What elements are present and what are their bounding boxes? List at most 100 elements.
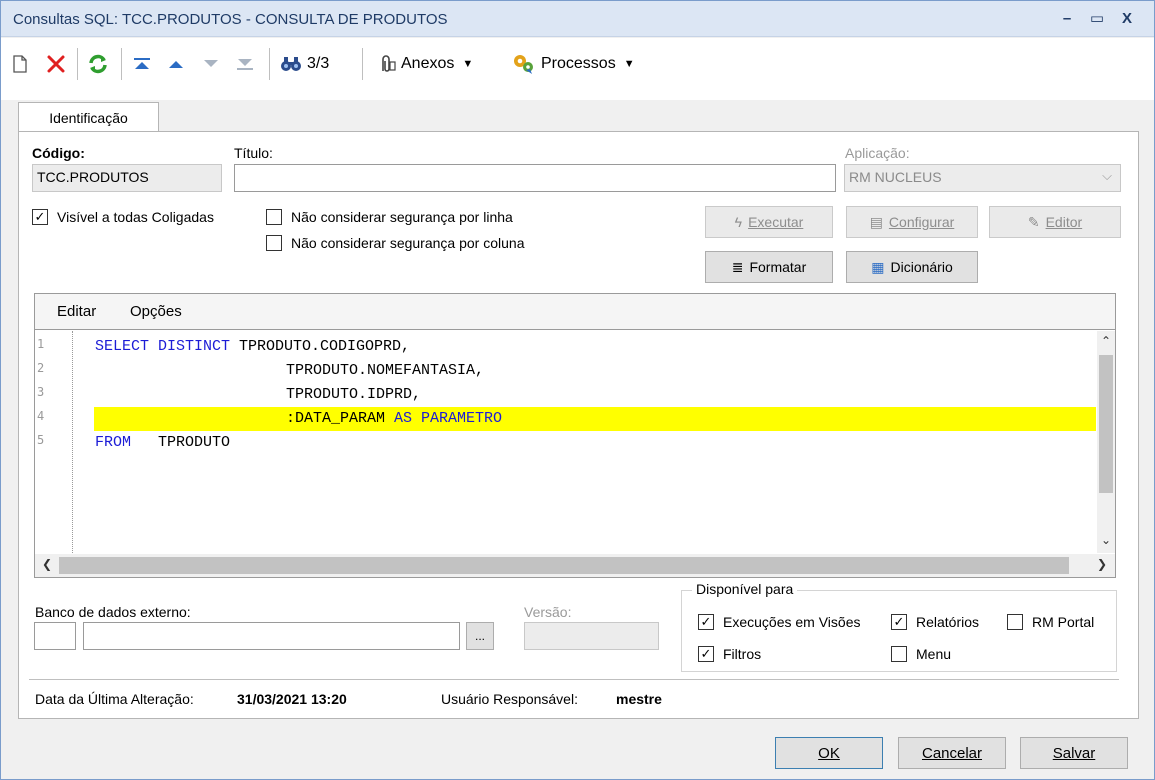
window-title: Consultas SQL: TCC.PRODUTOS - CONSULTA D… [13,11,448,28]
exec-visoes-label: Execuções em Visões [723,614,861,630]
maximize-button[interactable]: ▭ [1083,7,1111,31]
code-line-5: FROM TPRODUTO [95,434,231,451]
line-number: 2 [37,361,45,375]
scroll-left-icon[interactable]: ❮ [42,557,52,571]
dicionario-button[interactable]: ▦ Dicionário [846,251,978,283]
ok-button[interactable]: OK [775,737,883,769]
toolbar-separator [121,48,122,80]
scroll-up-icon[interactable]: ⌃ [1101,334,1111,348]
scroll-right-icon[interactable]: ❯ [1097,557,1107,571]
horizontal-scroll-thumb[interactable] [59,557,1069,574]
binoculars-icon [281,57,301,71]
toolbar-separator [362,48,363,80]
usuario-value: mestre [616,691,662,707]
visivel-label: Visível a todas Coligadas [57,209,214,225]
codigo-field[interactable]: TCC.PRODUTOS [32,164,222,192]
toolbar: 3/3 Anexos ▼ Processos ▼ [1,38,1154,100]
gears-icon [514,55,533,74]
disponivel-group: Disponível para ✓ Execuções em Visões ✓ … [681,581,1117,672]
lightning-icon: ϟ [734,214,743,230]
toolbar-separator [77,48,78,80]
exec-visoes-checkbox[interactable]: ✓ [698,614,714,630]
close-button[interactable]: X [1113,7,1141,31]
browse-button[interactable]: ... [466,622,494,650]
last-record-button[interactable] [234,50,256,78]
search-button[interactable]: 3/3 [279,50,329,78]
horizontal-scrollbar[interactable]: ❮ ❯ [35,554,1115,577]
versao-field[interactable] [524,622,659,650]
first-record-icon [134,58,150,69]
vertical-scroll-thumb[interactable] [1099,355,1113,493]
code-line-3: TPRODUTO.IDPRD, [286,386,422,403]
banco-code-field[interactable] [34,622,76,650]
minimize-button[interactable]: – [1053,7,1081,31]
rm-portal-checkbox[interactable] [1007,614,1023,630]
disponivel-legend: Disponível para [692,581,798,597]
menu-opcoes[interactable]: Opções [130,303,182,320]
edit-icon: ✎ [1027,213,1040,230]
identificacao-panel: Código: TCC.PRODUTOS Título: Aplicação: … [18,131,1139,719]
filtros-checkbox[interactable]: ✓ [698,646,714,662]
formatar-button[interactable]: ≣ Formatar [705,251,833,283]
seg-coluna-checkbox[interactable] [266,235,282,251]
new-button[interactable] [11,50,29,78]
paperclip-icon [382,55,396,72]
vertical-scrollbar[interactable]: ⌃ ⌄ [1097,331,1115,553]
seg-linha-label: Não considerar segurança por linha [291,209,513,225]
rm-portal-label: RM Portal [1032,614,1095,630]
salvar-button[interactable]: Salvar [1020,737,1128,769]
previous-record-button[interactable] [166,50,186,78]
menu-checkbox[interactable] [891,646,907,662]
format-lines-icon: ≣ [731,258,744,275]
cancelar-button[interactable]: Cancelar [898,737,1006,769]
seg-linha-checkbox[interactable] [266,209,282,225]
line-number: 1 [37,337,45,351]
data-alteracao-label: Data da Última Alteração: [35,691,194,707]
banco-name-field[interactable] [83,622,460,650]
first-record-button[interactable] [131,50,153,78]
dictionary-icon: ▦ [871,258,885,275]
arrow-up-icon [169,61,183,68]
arrow-down-icon [204,60,218,67]
line-number: 5 [37,433,45,447]
highlighted-line [94,407,1096,431]
next-record-button[interactable] [201,50,221,78]
code-line-2: TPRODUTO.NOMEFANTASIA, [286,362,485,379]
tab-identificacao[interactable]: Identificação [18,102,159,132]
versao-label: Versão: [524,604,572,620]
configurar-button[interactable]: ▤ Configurar [846,206,978,238]
scroll-down-icon[interactable]: ⌄ [1101,533,1111,547]
processos-dropdown[interactable]: Processos ▼ [511,50,635,78]
menu-label: Menu [916,646,952,662]
line-number: 4 [37,409,45,423]
editor-button[interactable]: ✎ Editor [989,206,1121,238]
record-counter: 3/3 [307,55,330,72]
last-record-icon [237,59,253,70]
processos-label: Processos [541,55,616,72]
editor-menubar: Editar Opções [35,294,1115,330]
sql-editor[interactable]: Editar Opções 1 2 3 4 5 SELECT DISTINCT … [34,293,1116,578]
chevron-down-icon: ⌵ [1102,168,1112,183]
refresh-button[interactable] [87,50,109,78]
visivel-checkbox[interactable]: ✓ [32,209,48,225]
code-line-1: SELECT DISTINCT TPRODUTO.CODIGOPRD, [95,338,411,355]
titulo-field[interactable] [234,164,836,192]
refresh-icon [89,54,107,74]
codigo-label: Código: [32,145,85,161]
relatorios-checkbox[interactable]: ✓ [891,614,907,630]
divider [29,679,1119,680]
seg-coluna-label: Não considerar segurança por coluna [291,235,525,251]
filtros-label: Filtros [723,646,762,662]
aplicacao-select[interactable]: RM NUCLEUS ⌵ [844,164,1121,192]
chevron-down-icon: ▼ [462,58,474,70]
delete-x-icon [47,55,65,73]
executar-button[interactable]: ϟ Executar [705,206,833,238]
dialog-window: Consultas SQL: TCC.PRODUTOS - CONSULTA D… [0,0,1155,780]
chevron-down-icon: ▼ [623,58,635,70]
menu-editar[interactable]: Editar [57,303,96,320]
configure-icon: ▤ [869,213,883,230]
title-bar[interactable]: Consultas SQL: TCC.PRODUTOS - CONSULTA D… [1,1,1154,37]
delete-button[interactable] [45,50,67,78]
aplicacao-value: RM NUCLEUS [849,169,942,185]
anexos-dropdown[interactable]: Anexos ▼ [375,50,473,78]
